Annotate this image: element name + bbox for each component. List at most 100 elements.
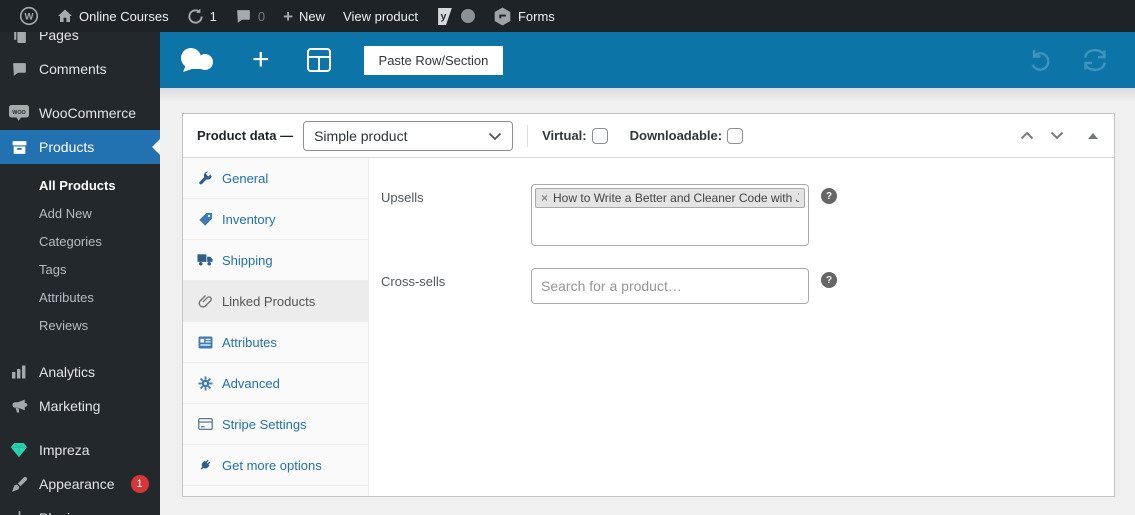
forms-menu[interactable]: Forms <box>484 0 564 32</box>
cross-sells-label: Cross-sells <box>381 274 446 289</box>
product-data-metabox: Product data — Simple product Virtual: D… <box>182 113 1115 497</box>
metabox-title: Product data — <box>197 128 294 143</box>
sidebar-item-label: Pages <box>39 32 79 43</box>
downloadable-checkbox[interactable] <box>727 127 744 144</box>
linked-products-panel: Upsells × How to Write a Better and Clea… <box>369 158 1114 496</box>
pages-icon <box>9 32 29 44</box>
appearance-badge: 1 <box>130 475 149 493</box>
undo-icon[interactable] <box>1027 47 1053 73</box>
yoast-seo-menu[interactable]: y <box>427 0 484 32</box>
virtual-checkbox[interactable] <box>591 127 608 144</box>
add-element-icon[interactable]: + <box>252 45 270 75</box>
plug-icon <box>197 458 213 473</box>
tab-general[interactable]: General <box>183 158 368 199</box>
metabox-controls <box>1020 131 1114 140</box>
upsells-select2-box[interactable]: × How to Write a Better and Cleaner Code… <box>531 184 809 246</box>
yoast-icon: y <box>436 7 455 26</box>
view-product-label: View product <box>343 8 418 24</box>
templates-icon[interactable] <box>306 47 332 73</box>
site-name-menu[interactable]: Online Courses <box>48 0 178 32</box>
page-builder-toolbar: + Paste Row/Section <box>160 32 1135 88</box>
credit-card-icon <box>197 418 213 430</box>
product-data-tabs: General Inventory Shipping Linked Produc… <box>183 158 369 496</box>
woocommerce-icon: WOO <box>9 104 29 122</box>
upsells-row: Upsells × How to Write a Better and Clea… <box>381 184 1114 246</box>
tab-advanced[interactable]: Advanced <box>183 363 368 404</box>
update-count: 1 <box>209 8 217 24</box>
product-data-header: Product data — Simple product Virtual: D… <box>183 114 1114 158</box>
sidebar-item-products[interactable]: Products <box>0 130 160 164</box>
sidebar-item-impreza[interactable]: Impreza <box>0 433 160 467</box>
cross-sells-search-input[interactable] <box>531 268 809 304</box>
tag-icon <box>197 212 213 227</box>
new-content-menu[interactable]: + New <box>274 0 334 32</box>
comments-menu[interactable]: 0 <box>226 0 274 32</box>
comment-count: 0 <box>257 8 266 24</box>
marketing-megaphone-icon <box>9 398 29 415</box>
seo-score-dot-icon <box>460 9 475 23</box>
analytics-icon <box>9 364 29 380</box>
sidebar-item-woocommerce[interactable]: WOO WooCommerce <box>0 96 160 130</box>
attributes-list-icon <box>197 335 213 349</box>
downloadable-label: Downloadable: <box>629 128 723 143</box>
paste-row-section-button[interactable]: Paste Row/Section <box>363 45 504 75</box>
link-chain-icon <box>197 294 213 309</box>
svg-text:W: W <box>25 12 34 23</box>
wordpress-logo-icon: W <box>19 6 39 26</box>
sidebar-item-plugins[interactable]: Plugins <box>0 501 160 515</box>
submenu-all-products[interactable]: All Products <box>0 171 160 199</box>
wordpress-logo-menu[interactable]: W <box>10 0 48 32</box>
tab-linked-products[interactable]: Linked Products <box>183 281 368 322</box>
submenu-categories[interactable]: Categories <box>0 227 160 255</box>
tab-shipping[interactable]: Shipping <box>183 240 368 281</box>
upsells-label: Upsells <box>381 190 424 205</box>
cross-sells-row: Cross-sells ? <box>381 268 1114 304</box>
tab-inventory[interactable]: Inventory <box>183 199 368 240</box>
sidebar-item-marketing[interactable]: Marketing <box>0 389 160 423</box>
current-menu-arrow <box>144 139 160 155</box>
products-icon <box>9 139 29 156</box>
sidebar-item-label: Products <box>39 139 95 155</box>
cross-sells-help-icon[interactable]: ? <box>821 272 837 288</box>
redo-icon[interactable] <box>1081 47 1109 73</box>
selected-product-tag: × How to Write a Better and Cleaner Code… <box>535 188 805 208</box>
sidebar-item-comments[interactable]: Comments <box>0 52 160 86</box>
new-label: New <box>299 8 326 24</box>
svg-text:WOO: WOO <box>12 109 25 115</box>
submenu-attributes[interactable]: Attributes <box>0 283 160 311</box>
plugins-icon <box>9 510 29 515</box>
view-product-menu[interactable]: View product <box>334 0 427 32</box>
content-area: Product data — Simple product Virtual: D… <box>160 88 1135 515</box>
submenu-add-new[interactable]: Add New <box>0 199 160 227</box>
collapse-toggle-icon[interactable] <box>1088 132 1098 139</box>
builder-logo-icon[interactable] <box>178 47 218 73</box>
sidebar-item-label: Appearance <box>39 476 115 492</box>
submenu-reviews[interactable]: Reviews <box>0 311 160 339</box>
tab-attributes[interactable]: Attributes <box>183 322 368 363</box>
header-separator <box>527 124 529 147</box>
sidebar-item-analytics[interactable]: Analytics <box>0 355 160 389</box>
updates-menu[interactable]: 1 <box>178 0 226 32</box>
svg-text:y: y <box>440 10 446 22</box>
sidebar-item-label: WooCommerce <box>39 105 136 121</box>
sidebar-item-label: Marketing <box>39 398 101 414</box>
plus-icon: + <box>283 6 294 26</box>
impreza-gem-icon <box>9 442 29 458</box>
remove-tag-icon[interactable]: × <box>541 191 548 205</box>
tab-get-more-options[interactable]: Get more options <box>183 445 368 486</box>
gravity-forms-icon <box>493 7 512 26</box>
update-icon <box>187 8 204 25</box>
product-type-select[interactable]: Simple product <box>303 120 514 151</box>
move-up-icon[interactable] <box>1020 131 1034 140</box>
forms-label: Forms <box>517 8 555 24</box>
upsells-help-icon[interactable]: ? <box>821 188 837 204</box>
gear-icon <box>197 375 213 391</box>
sidebar-item-appearance[interactable]: Appearance 1 <box>0 467 160 501</box>
sidebar-item-pages[interactable]: Pages <box>0 32 160 52</box>
chevron-down-icon <box>488 128 502 144</box>
move-down-icon[interactable] <box>1050 131 1064 140</box>
comment-bubble-icon <box>235 8 252 25</box>
tab-stripe-settings[interactable]: Stripe Settings <box>183 404 368 445</box>
virtual-label: Virtual: <box>542 128 587 143</box>
submenu-tags[interactable]: Tags <box>0 255 160 283</box>
